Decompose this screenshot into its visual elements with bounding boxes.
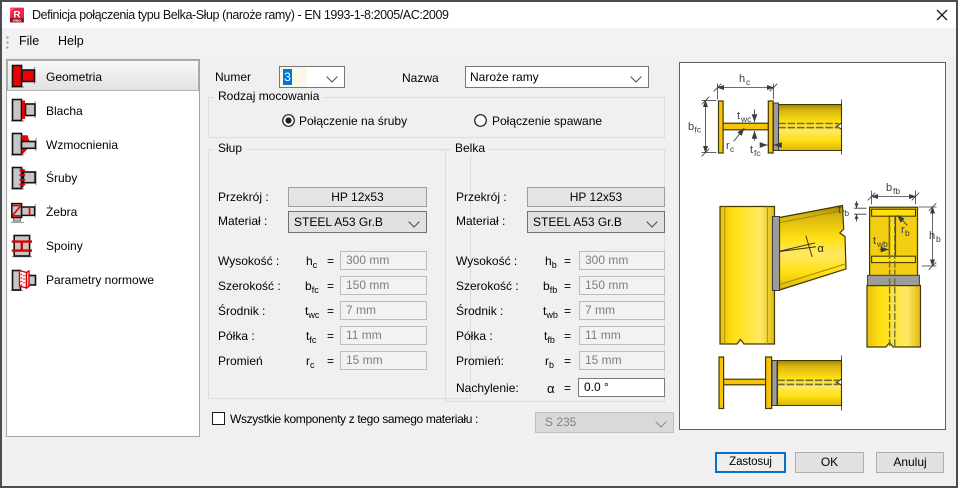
svg-text:wc: wc [740, 114, 752, 124]
svg-text:α: α [818, 243, 825, 255]
svg-text:PRO: PRO [13, 19, 21, 23]
svg-text:fb: fb [893, 186, 900, 196]
svg-text:t: t [838, 204, 841, 216]
svg-text:b: b [936, 234, 941, 244]
svg-text:fb: fb [842, 208, 849, 218]
svg-text:fc: fc [754, 148, 761, 158]
svg-text:wb: wb [876, 239, 888, 249]
svg-text:t: t [750, 144, 753, 156]
svg-text:h: h [739, 73, 745, 85]
svg-text:b: b [688, 121, 694, 133]
svg-text:b: b [905, 228, 910, 238]
svg-text:h: h [929, 230, 935, 242]
svg-text:c: c [730, 144, 735, 154]
svg-text:b: b [886, 182, 892, 194]
svg-text:c: c [746, 77, 751, 87]
svg-text:t: t [737, 110, 740, 122]
svg-text:t: t [873, 235, 876, 247]
svg-text:fc: fc [695, 125, 702, 135]
